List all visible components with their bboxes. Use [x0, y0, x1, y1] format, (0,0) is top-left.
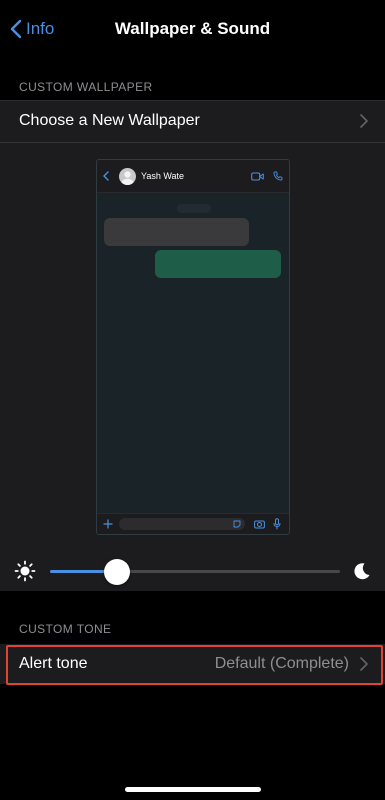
section-header-custom-wallpaper: CUSTOM WALLPAPER	[19, 80, 153, 94]
phone-icon	[273, 171, 283, 181]
camera-icon	[254, 520, 265, 529]
preview-date-chip	[177, 204, 211, 213]
brightness-slider-row	[0, 551, 385, 591]
video-call-icon	[251, 172, 264, 181]
preview-chevron-left-icon	[103, 171, 109, 181]
wallpaper-section: Choose a New Wallpaper Yash Wate	[0, 100, 385, 591]
wallpaper-preview[interactable]: Yash Wate	[96, 159, 290, 535]
preview-avatar	[119, 168, 136, 185]
home-indicator[interactable]	[125, 787, 261, 792]
preview-input-bar	[97, 513, 289, 534]
alert-tone-row[interactable]: Alert tone Default (Complete)	[0, 644, 385, 684]
brightness-slider-thumb[interactable]	[103, 559, 130, 585]
sticker-icon	[233, 520, 241, 528]
preview-incoming-bubble	[104, 218, 249, 246]
choose-wallpaper-row[interactable]: Choose a New Wallpaper	[0, 101, 385, 143]
chevron-right-icon	[360, 657, 368, 671]
preview-contact-name: Yash Wate	[141, 171, 185, 181]
sun-icon	[14, 560, 36, 582]
alert-tone-label: Alert tone	[19, 655, 88, 672]
section-header-custom-tone: CUSTOM TONE	[19, 622, 112, 636]
chevron-right-icon	[360, 114, 368, 128]
moon-icon	[354, 563, 370, 580]
preview-message-field	[119, 518, 245, 530]
preview-outgoing-bubble	[155, 250, 281, 278]
navigation-bar: Info Wallpaper & Sound	[0, 0, 385, 58]
preview-chat-header: Yash Wate	[97, 160, 289, 193]
microphone-icon	[273, 518, 281, 530]
brightness-slider-track[interactable]	[50, 570, 340, 573]
page-title: Wallpaper & Sound	[114, 19, 271, 38]
alert-tone-value: Default (Complete)	[214, 655, 349, 672]
plus-icon	[103, 519, 113, 529]
choose-wallpaper-label: Choose a New Wallpaper	[19, 112, 200, 129]
